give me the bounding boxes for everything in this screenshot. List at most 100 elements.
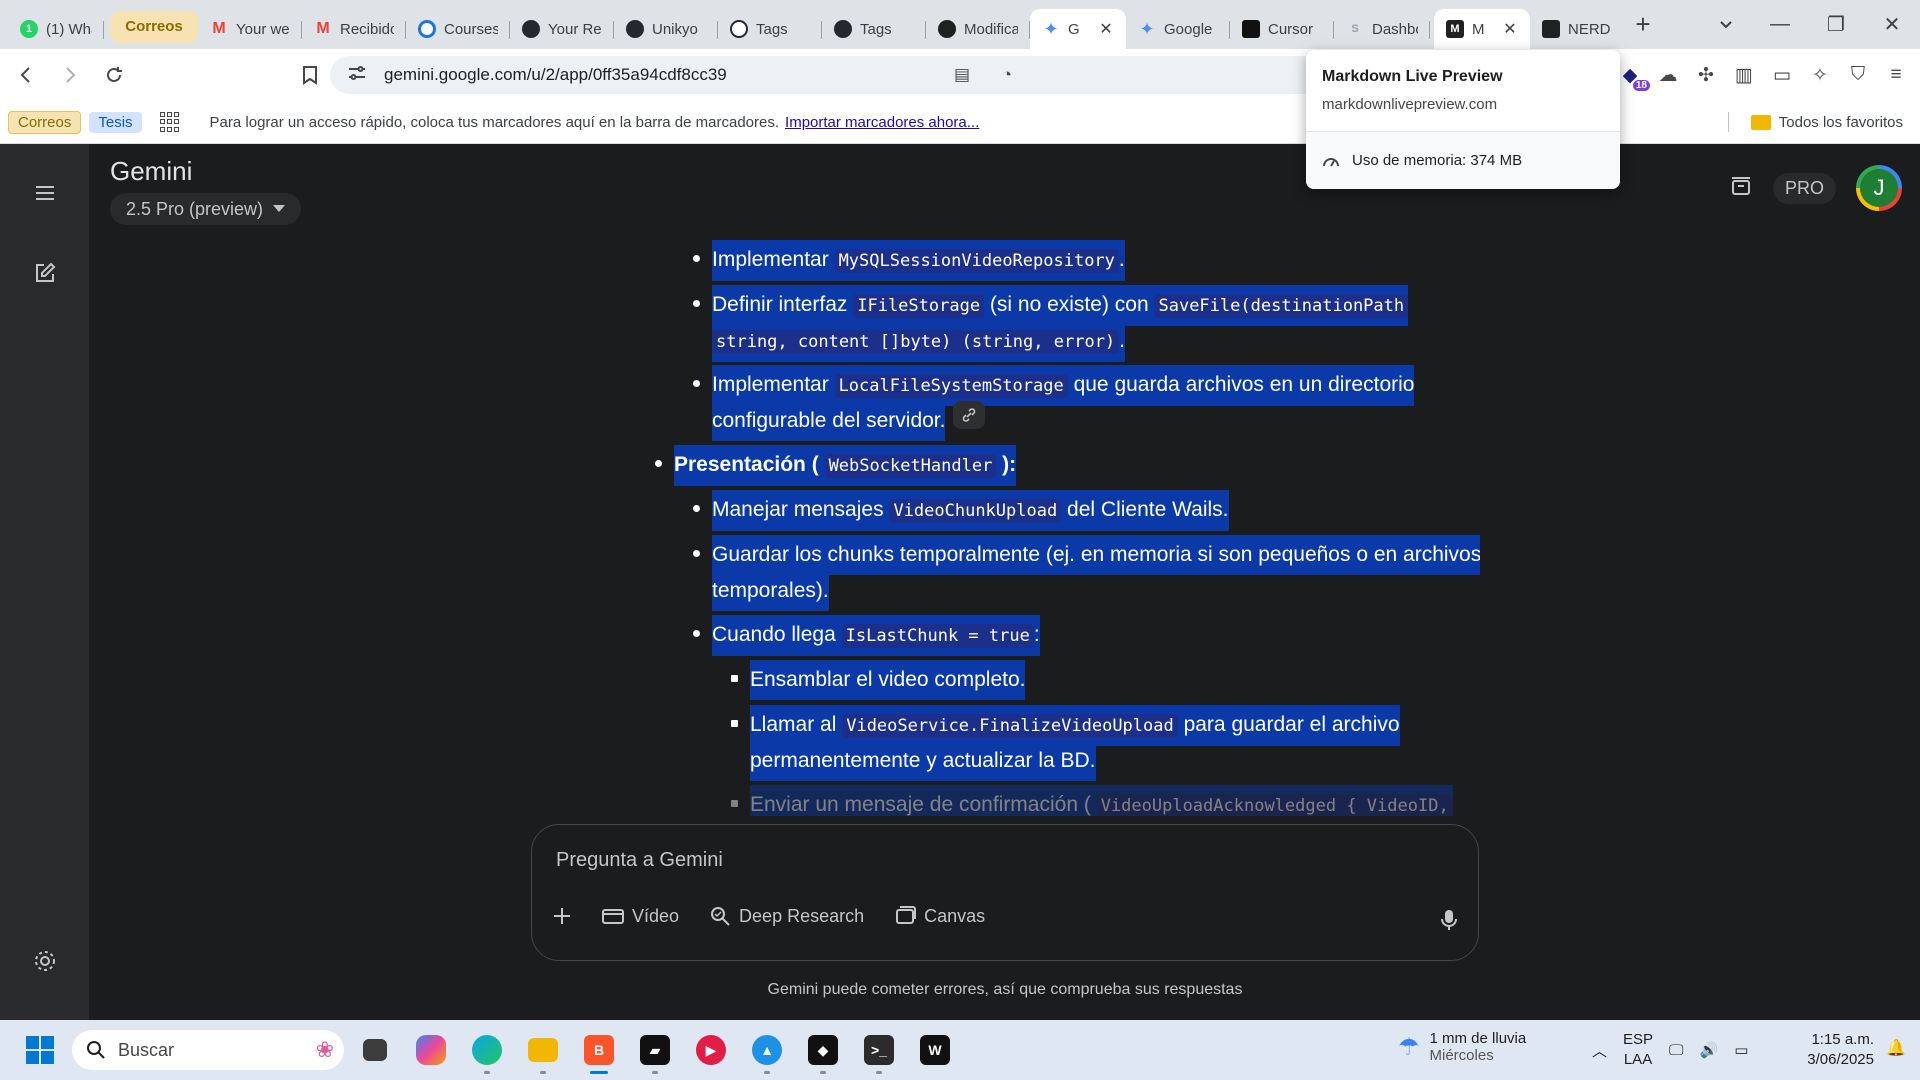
prompt-composer: Pregunta a Gemini Vídeo Deep Research Ca… bbox=[531, 824, 1479, 961]
bookmark-icon bbox=[303, 66, 317, 85]
deep-research-button[interactable]: Deep Research bbox=[709, 905, 864, 927]
bookmark-group-tesis[interactable]: Tesis bbox=[89, 111, 142, 133]
app-red-icon[interactable]: ▰ bbox=[636, 1028, 674, 1074]
input-language[interactable]: ESP LAA bbox=[1623, 1030, 1653, 1070]
reload-button[interactable] bbox=[96, 57, 132, 93]
tab-search-button[interactable] bbox=[1706, 8, 1746, 40]
back-button[interactable] bbox=[8, 57, 44, 93]
tab-google[interactable]: ✦ Google bbox=[1126, 9, 1230, 49]
taskbar-apps: B ▰ ▶ ▲ ◆ >_ W bbox=[356, 1028, 954, 1074]
menu-icon[interactable]: ≡ bbox=[1882, 57, 1910, 93]
chevron-down-icon bbox=[1720, 21, 1732, 29]
performance-icon[interactable]: ◔ bbox=[1002, 65, 1012, 85]
tab-github-tags-1[interactable]: Tags bbox=[718, 9, 822, 49]
ai-sparkle-icon[interactable]: ✧ bbox=[1806, 57, 1834, 93]
add-attachment-button[interactable] bbox=[552, 906, 572, 926]
tab-courses[interactable]: Courses bbox=[406, 9, 510, 49]
media-player-icon[interactable]: ▶ bbox=[692, 1028, 730, 1072]
restore-icon[interactable]: ❐ bbox=[1808, 12, 1864, 37]
wallet-icon[interactable]: ▭ bbox=[1768, 57, 1796, 93]
tab-gemini-active[interactable]: ✦ G ✕ bbox=[1030, 9, 1126, 49]
coursera-icon bbox=[418, 20, 436, 38]
tab-github-tags-2[interactable]: Tags bbox=[822, 9, 926, 49]
file-explorer-icon[interactable] bbox=[524, 1028, 562, 1074]
brave-icon[interactable]: B bbox=[580, 1028, 618, 1074]
tab-gmail-your[interactable]: M Your website bbox=[198, 9, 302, 49]
forward-button[interactable] bbox=[52, 57, 88, 93]
weather-widget[interactable]: ☂ 1 mm de lluvia Miércoles bbox=[1398, 1030, 1526, 1064]
tab-whatsapp[interactable]: 1 (1) WhatsApp bbox=[8, 9, 104, 49]
list-item: Guardar los chunks temporalmente (ej. en… bbox=[712, 535, 1480, 575]
settings-button[interactable] bbox=[22, 938, 68, 984]
tab-group-correos[interactable]: Correos bbox=[110, 10, 198, 43]
notification-bell-icon[interactable]: 🔔 bbox=[1886, 1038, 1906, 1058]
tab-dashboard[interactable]: S Dashboard bbox=[1334, 9, 1430, 49]
tab-github-repos[interactable]: Your Repositories bbox=[510, 9, 614, 49]
dashboard-icon: S bbox=[1351, 23, 1359, 35]
apps-grid-icon[interactable] bbox=[159, 112, 180, 132]
github-icon bbox=[834, 20, 852, 38]
close-tab-icon[interactable]: ✕ bbox=[1098, 19, 1114, 39]
tab-nerd[interactable]: NERD bbox=[1530, 9, 1626, 49]
tab-markdown-preview[interactable]: M M ✕ bbox=[1434, 9, 1530, 49]
battery-icon[interactable]: ▭ bbox=[1734, 1041, 1748, 1059]
list-item: Implementar MySQLSessionVideoRepository. bbox=[712, 240, 1125, 281]
taskbar-search[interactable]: Buscar ❀ bbox=[72, 1030, 344, 1070]
bookmark-group-correos[interactable]: Correos bbox=[8, 110, 82, 134]
task-view-icon[interactable] bbox=[356, 1028, 394, 1072]
new-chat-button[interactable] bbox=[22, 250, 68, 296]
prompt-input[interactable]: Pregunta a Gemini bbox=[556, 849, 723, 872]
avatar[interactable]: J bbox=[1856, 165, 1902, 211]
link-icon[interactable] bbox=[953, 401, 986, 429]
github-icon bbox=[730, 20, 748, 38]
address-bar[interactable]: gemini.google.com/u/2/app/0ff35a94cdf8cc… bbox=[330, 56, 1330, 94]
extensions-puzzle-icon[interactable]: ✣ bbox=[1692, 57, 1720, 93]
reader-mode-icon[interactable]: ▤ bbox=[954, 65, 970, 85]
main-menu-button[interactable] bbox=[22, 170, 68, 216]
hovercard-memory: Uso de memoria: 374 MB bbox=[1306, 131, 1620, 189]
minimize-icon[interactable]: — bbox=[1752, 13, 1808, 36]
import-bookmarks-link[interactable]: Importar marcadores ahora... bbox=[785, 114, 979, 131]
site-settings-icon[interactable] bbox=[348, 65, 366, 86]
volume-icon[interactable]: 🔊 bbox=[1700, 1041, 1719, 1059]
search-highlight-icon: ❀ bbox=[315, 1037, 334, 1062]
windows-start-icon[interactable] bbox=[26, 1036, 54, 1064]
edge-icon[interactable] bbox=[468, 1028, 506, 1074]
list-bullet bbox=[655, 460, 662, 467]
new-tab-button[interactable]: + bbox=[1627, 6, 1659, 42]
temporary-chat-icon[interactable] bbox=[1729, 174, 1753, 203]
tab-github-unikyo[interactable]: Unikyo bbox=[614, 9, 718, 49]
copilot-icon[interactable] bbox=[412, 1028, 450, 1072]
tab-modificar[interactable]: Modificar bbox=[926, 9, 1030, 49]
list-bullet bbox=[693, 300, 700, 307]
side-panel-icon[interactable]: ▥ bbox=[1730, 57, 1758, 93]
clock[interactable]: 1:15 a.m. 3/06/2025 bbox=[1807, 1030, 1874, 1070]
video-tool-button[interactable]: Vídeo bbox=[602, 906, 679, 927]
window-controls: — ❐ ✕ bbox=[1752, 0, 1920, 49]
video-icon bbox=[602, 909, 624, 924]
terminal-icon[interactable]: >_ bbox=[860, 1028, 898, 1074]
tab-gmail-recibidos[interactable]: M Recibidos bbox=[302, 9, 406, 49]
extension-badge-icon[interactable]: ◆ 18 bbox=[1616, 57, 1650, 93]
hovercard-title: Markdown Live Preview bbox=[1322, 68, 1503, 85]
network-icon[interactable]: 🖵 bbox=[1669, 1042, 1683, 1059]
shield-icon[interactable]: ⛉ bbox=[1844, 57, 1872, 93]
pro-badge[interactable]: PRO bbox=[1772, 172, 1836, 204]
app-title: Gemini bbox=[110, 156, 193, 186]
tab-cursor[interactable]: Cursor bbox=[1230, 9, 1334, 49]
reload-icon bbox=[107, 67, 122, 82]
github-icon bbox=[522, 20, 540, 38]
bookmark-star-button[interactable] bbox=[292, 57, 328, 93]
close-window-icon[interactable]: ✕ bbox=[1864, 12, 1920, 37]
all-favorites[interactable]: Todos los favoritos bbox=[1727, 112, 1903, 132]
canvas-button[interactable]: Canvas bbox=[894, 906, 985, 927]
docker-icon[interactable]: ▲ bbox=[748, 1028, 786, 1074]
extensions-area: ◆ 18 ☁ ✣ ▥ ▭ ✧ ⛉ ≡ bbox=[1616, 57, 1910, 93]
close-tab-icon[interactable]: ✕ bbox=[1502, 19, 1518, 39]
chevron-up-icon[interactable]: ︿ bbox=[1592, 1040, 1607, 1061]
model-selector[interactable]: 2.5 Pro (preview) bbox=[110, 193, 302, 225]
warp-icon[interactable]: W bbox=[916, 1028, 954, 1072]
extension-cloud-icon[interactable]: ☁ bbox=[1654, 57, 1682, 93]
cursor-app-icon[interactable]: ◆ bbox=[804, 1028, 842, 1074]
microphone-button[interactable] bbox=[1440, 909, 1458, 936]
